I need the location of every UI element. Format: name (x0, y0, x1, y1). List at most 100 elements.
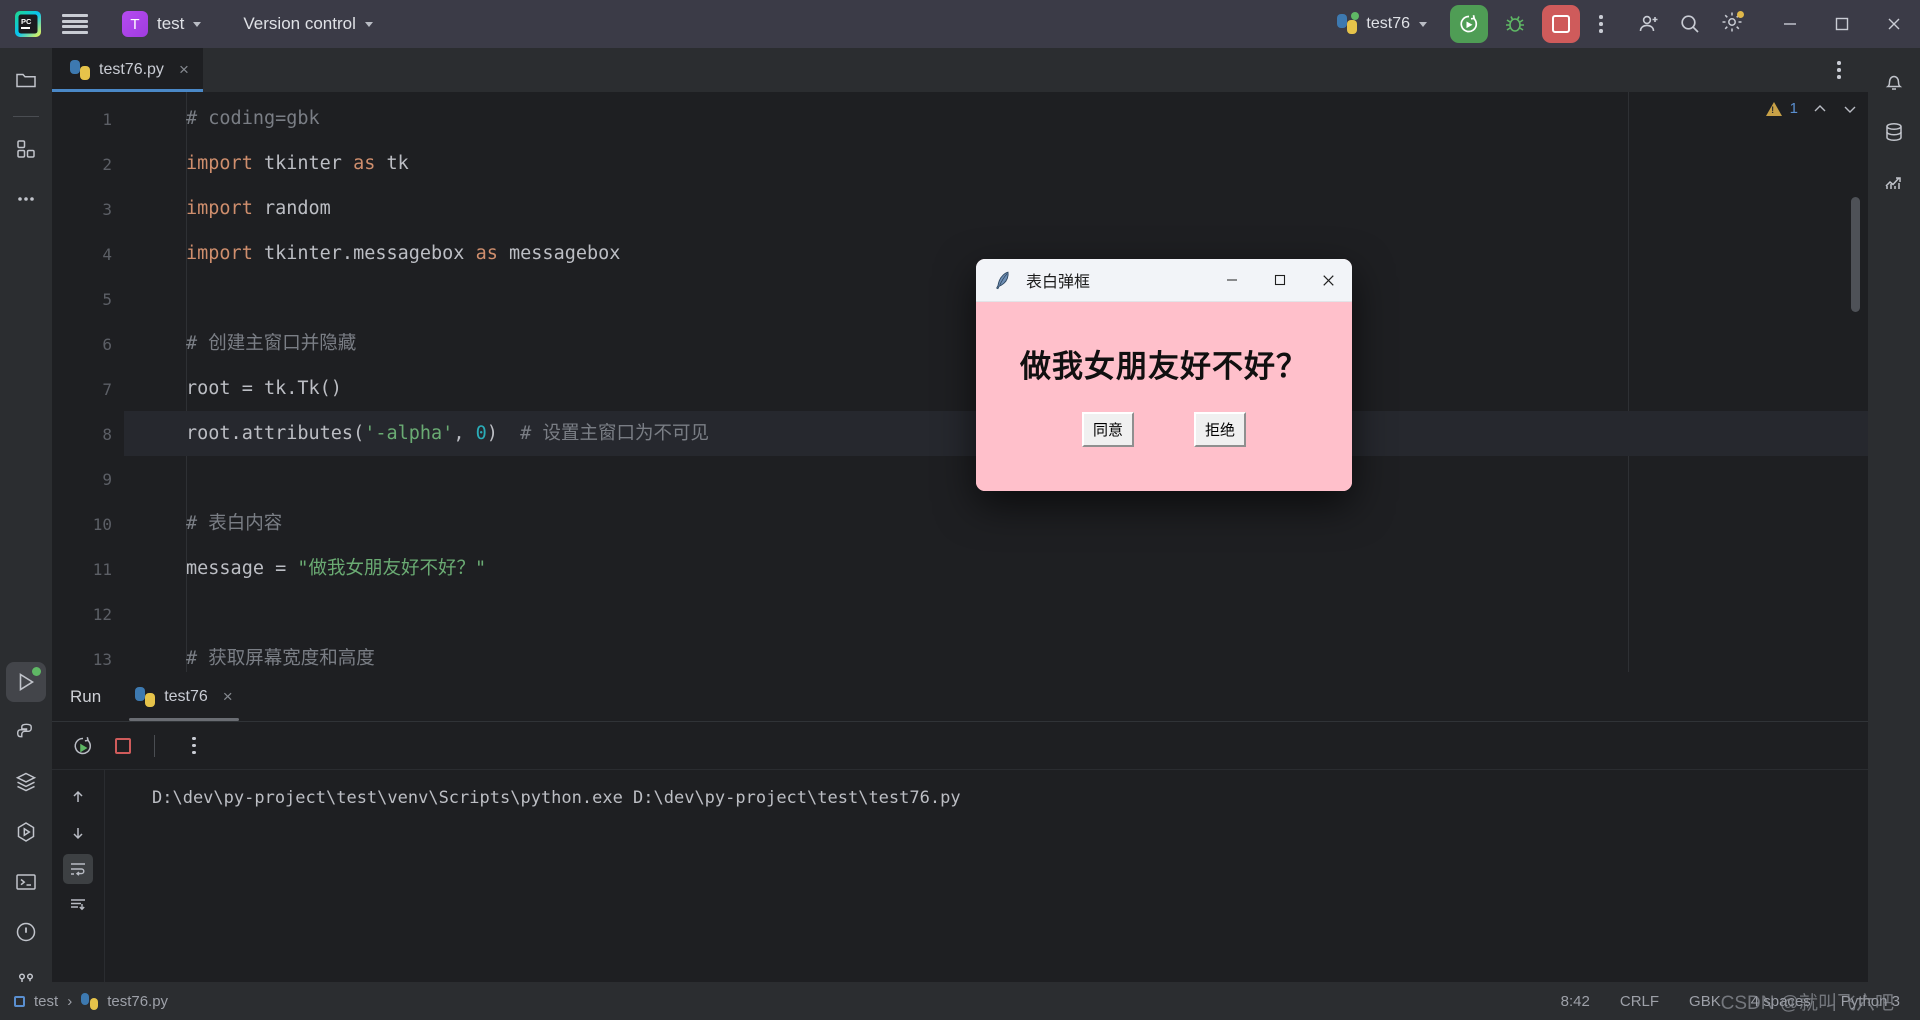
run-tab-close-icon[interactable]: × (223, 687, 233, 707)
sidebar-item-run[interactable] (6, 662, 46, 702)
close-icon (1888, 18, 1900, 30)
editor-tab-test76[interactable]: test76.py × (52, 48, 203, 92)
tk-maximize-button[interactable] (1256, 259, 1304, 301)
search-icon[interactable] (1678, 12, 1702, 36)
code-line[interactable]: message = "做我女朋友好不好？" (124, 546, 1868, 591)
run-with-coverage-icon (1460, 15, 1478, 33)
breadcrumb-file[interactable]: test76.py (107, 993, 168, 1010)
sidebar-item-structure[interactable] (6, 129, 46, 169)
run-with-coverage-button[interactable] (1450, 5, 1488, 43)
window-minimize-button[interactable] (1764, 0, 1816, 48)
scroll-up-button[interactable] (63, 782, 93, 812)
main-titlebar: PC T test Version control test76 (0, 0, 1920, 48)
chevron-down-icon[interactable] (1842, 101, 1858, 117)
run-panel-tabs: Run test76 × (52, 672, 1868, 722)
code-editor[interactable]: 1 12345678910111213 # coding=gbkimport t… (52, 92, 1868, 672)
rerun-button[interactable] (66, 729, 100, 763)
breadcrumb-project[interactable]: test (34, 993, 58, 1010)
more-actions-button[interactable] (1588, 11, 1614, 37)
project-name-label: test (157, 14, 185, 33)
sidebar-item-profiler[interactable] (1874, 162, 1914, 202)
code-line[interactable]: import tkinter as tk (124, 141, 1868, 186)
tk-dialog-window[interactable]: 表白弹框 做我女朋友好不好？ 同意 拒绝 (976, 259, 1352, 491)
python-interpreter[interactable]: Python 3 (1841, 993, 1900, 1010)
stop-square-icon (1552, 15, 1570, 33)
code-line[interactable]: # 获取屏幕宽度和高度 (124, 636, 1868, 672)
rerun-icon (74, 736, 92, 754)
database-icon (1886, 122, 1902, 142)
debug-button[interactable] (1496, 5, 1534, 43)
line-number: 3 (102, 200, 112, 219)
tk-accept-button[interactable]: 同意 (1081, 412, 1134, 447)
sidebar-item-python-console[interactable] (6, 812, 46, 852)
project-selector[interactable]: T test (114, 7, 209, 41)
run-tool-window: Run test76 × D:\dev\py-project\test\venv… (52, 672, 1868, 1020)
editor-tab-close-icon[interactable]: × (179, 60, 189, 80)
run-panel-more-button[interactable] (177, 729, 211, 763)
minimize-icon (1784, 23, 1796, 25)
scroll-to-end-icon (71, 899, 85, 911)
code-line[interactable]: # coding=gbk (124, 96, 1868, 141)
file-encoding[interactable]: GBK (1689, 993, 1721, 1010)
user-account-icon[interactable] (1636, 12, 1660, 36)
code-token: as (353, 153, 376, 174)
editor-tab-options-button[interactable] (1826, 57, 1852, 83)
tk-dialog-buttons: 同意 拒绝 (976, 412, 1352, 447)
tk-minimize-button[interactable] (1208, 259, 1256, 301)
line-number: 12 (92, 605, 112, 624)
sidebar-item-more[interactable] (6, 179, 46, 219)
chevron-up-icon[interactable] (1812, 101, 1828, 117)
code-token: tkinter (252, 153, 354, 174)
chevron-down-icon (364, 21, 373, 27)
sidebar-item-python-packages[interactable] (6, 712, 46, 752)
arrow-up-icon (73, 790, 83, 802)
tkinter-feather-icon (992, 269, 1014, 291)
code-token: # 设置主窗口为不可见 (520, 423, 709, 444)
code-line[interactable] (124, 591, 1868, 636)
code-line[interactable]: # 表白内容 (124, 501, 1868, 546)
maximize-icon (1274, 274, 1286, 286)
tk-dialog-titlebar[interactable]: 表白弹框 (976, 259, 1352, 302)
tk-close-button[interactable] (1304, 259, 1352, 301)
code-token: '-alpha' (364, 423, 454, 444)
line-number: 6 (102, 335, 112, 354)
code-line[interactable]: import random (124, 186, 1868, 231)
breadcrumb-separator: › (67, 992, 73, 1010)
stop-run-button[interactable] (106, 729, 140, 763)
tk-reject-button[interactable]: 拒绝 (1194, 412, 1247, 447)
python-file-icon (70, 60, 90, 80)
inspection-widget[interactable]: 1 (1765, 100, 1858, 117)
indent-setting[interactable]: 4 spaces (1751, 993, 1811, 1010)
sidebar-item-services[interactable] (6, 762, 46, 802)
caret-position[interactable]: 8:42 (1561, 993, 1590, 1010)
sidebar-item-notifications[interactable] (1874, 62, 1914, 102)
run-tab-label: test76 (164, 687, 208, 705)
editor-gutter[interactable]: 1 2 3 4 5 6 7 8 9 10 11 12 13 (52, 92, 124, 672)
scroll-down-button[interactable] (63, 818, 93, 848)
line-separator[interactable]: CRLF (1620, 993, 1659, 1010)
code-token: # 表白内容 (186, 513, 283, 534)
version-control-menu[interactable]: Version control (235, 10, 380, 38)
rail-divider (13, 116, 39, 117)
soft-wrap-button[interactable] (63, 854, 93, 884)
line-number: 13 (92, 650, 112, 669)
line-number: 8 (102, 425, 112, 444)
run-panel-title: Run (70, 686, 102, 706)
window-maximize-button[interactable] (1816, 0, 1868, 48)
editor-tabbar: test76.py × (52, 48, 1868, 92)
stop-button[interactable] (1542, 5, 1580, 43)
warning-count: 1 (1789, 100, 1798, 117)
code-token: # 创建主窗口并隐藏 (186, 333, 357, 354)
sidebar-item-project-files[interactable] (6, 60, 46, 100)
window-close-button[interactable] (1868, 0, 1920, 48)
code-token: # 获取屏幕宽度和高度 (186, 648, 375, 669)
sidebar-item-database[interactable] (1874, 112, 1914, 152)
sidebar-item-problems[interactable] (6, 912, 46, 952)
hamburger-icon[interactable] (62, 14, 88, 34)
scroll-to-end-button[interactable] (63, 890, 93, 920)
code-token: import (186, 243, 253, 264)
line-number: 4 (102, 245, 112, 264)
run-tab-test76[interactable]: test76 × (123, 672, 245, 721)
run-configuration-selector[interactable]: test76 (1328, 9, 1436, 39)
sidebar-item-terminal[interactable] (6, 862, 46, 902)
